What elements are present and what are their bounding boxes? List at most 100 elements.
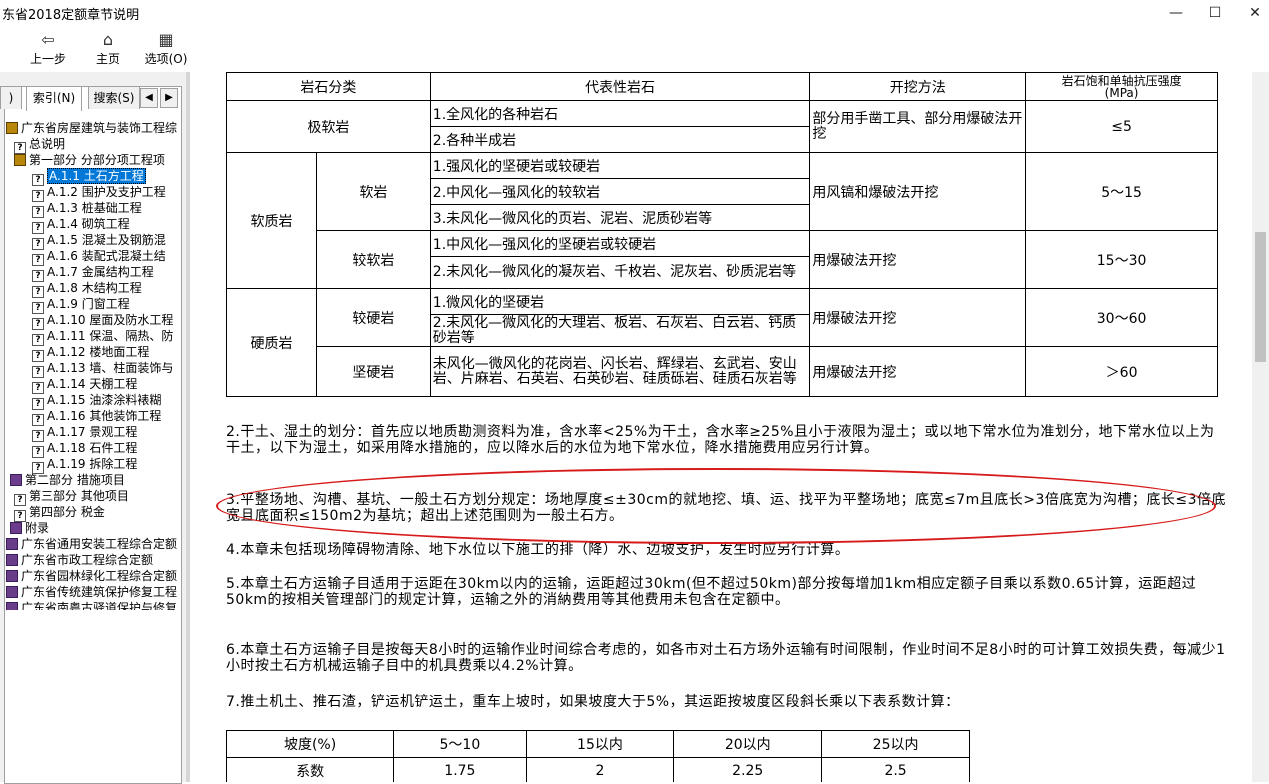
table-cell: 3.未风化—微风化的页岩、泥岩、泥质砂岩等 <box>429 204 811 231</box>
table-cell: 坡度(%) <box>225 730 395 758</box>
table-cell: 软质岩 <box>226 152 317 289</box>
toolbar: ⇦ 上一步 ⌂ 主页 ▦ 选项(O) <box>0 26 1269 73</box>
back-label: 上一步 <box>29 52 66 66</box>
tree-node-other[interactable]: 广东省南粤古驿道保护与修复 <box>6 600 177 610</box>
tree-item[interactable]: ? A.1.2 围护及支护工程 <box>32 184 166 202</box>
table-cell: 1.强风化的坚硬岩或较硬岩 <box>429 152 811 179</box>
tree-node-overview[interactable]: ? 总说明 <box>14 136 65 154</box>
paragraph-2: 2.干土、湿土的划分：首先应以地质勘测资料为准，含水率<25%为干土，含水率≥2… <box>226 424 1215 456</box>
tab-scroll-left-icon[interactable]: ◀ <box>140 88 158 108</box>
home-icon: ⌂ <box>102 30 114 49</box>
tree-item[interactable]: ? A.1.18 石件工程 <box>32 440 137 458</box>
options-label: 选项(O) <box>144 52 188 66</box>
tree-item[interactable]: ? A.1.5 混凝土及钢筋混 <box>32 232 166 250</box>
table-cell: 2.未风化—微风化的凝灰岩、千枚岩、泥灰岩、砂质泥岩等 <box>429 256 811 289</box>
header-cell: 代表性岩石 <box>429 72 811 101</box>
home-button[interactable]: ⌂ 主页 <box>80 30 136 67</box>
slope-coefficient-table: 坡度(%) 5～10 15以内 20以内 25以内 系数 1.75 2 2.25… <box>225 730 970 782</box>
tree-item[interactable]: ? A.1.15 油漆涂料裱糊 <box>32 392 161 410</box>
red-annotation-ellipse <box>216 468 1216 544</box>
tree-node-other[interactable]: 广东省传统建筑保护修复工程 <box>6 584 177 600</box>
table-cell: 2.5 <box>821 757 970 782</box>
tab-contents[interactable]: ) <box>0 86 22 109</box>
options-icon: ▦ <box>158 30 174 49</box>
tree-item[interactable]: ? A.1.16 其他装饰工程 <box>32 408 161 426</box>
vertical-scrollbar[interactable] <box>1252 72 1269 782</box>
table-cell: 25以内 <box>821 730 970 758</box>
header-cell: 开挖方法 <box>809 72 1027 101</box>
table-cell: 15以内 <box>525 730 675 758</box>
tree-item-selected[interactable]: ? A.1.1 土石方工程 <box>32 168 146 186</box>
tree-item[interactable]: ? A.1.19 拆除工程 <box>32 456 137 474</box>
tree-item[interactable]: ? A.1.7 金属结构工程 <box>32 264 154 282</box>
tree-item[interactable]: ? A.1.12 楼地面工程 <box>32 344 149 362</box>
table-cell: 未风化—微风化的花岗岩、闪长岩、辉绿岩、玄武岩、安山岩、片麻岩、石英岩、石英砂岩… <box>429 346 811 397</box>
home-label: 主页 <box>95 52 120 66</box>
tree-node-part3[interactable]: ? 第三部分 其他项目 <box>14 488 129 506</box>
back-button[interactable]: ⇦ 上一步 <box>20 30 76 67</box>
paragraph-5: 5.本章土石方运输子目适用于运距在30km以内的运输，运距超过30km(但不超过… <box>226 576 1197 608</box>
open-book-icon <box>14 154 26 166</box>
table-cell: 2.各种半成岩 <box>429 126 811 153</box>
book-icon <box>10 522 22 534</box>
table-cell: 2.25 <box>673 757 823 782</box>
paragraph-6: 6.本章土石方运输子目是按每天8小时的运输作业时间综合考虑的，如各市对土石方场外… <box>226 642 1226 674</box>
tree-item[interactable]: ? A.1.6 装配式混凝土结 <box>32 248 166 266</box>
table-cell: ≤5 <box>1025 100 1218 153</box>
content-pane: 岩石分类 代表性岩石 开挖方法 岩石饱和单轴抗压强度 (MPa) 极软岩 1.全风… <box>190 72 1269 782</box>
tree-node-other[interactable]: 广东省市政工程综合定额 <box>6 552 153 568</box>
paragraph-4: 4.本章未包括现场障碍物清除、地下水位以下施工的排（降）水、边坡支护，发生时应另… <box>226 542 850 558</box>
tree-item[interactable]: ? A.1.13 墙、柱面装饰与 <box>32 360 173 378</box>
tree-node-part2[interactable]: 第二部分 措施项目 <box>10 472 125 488</box>
header-cell: 岩石分类 <box>226 72 431 101</box>
table-cell: 5～15 <box>1025 152 1218 231</box>
table-cell: 1.75 <box>393 757 527 782</box>
tree-item[interactable]: ? A.1.4 砌筑工程 <box>32 216 130 234</box>
table-cell: 20以内 <box>673 730 823 758</box>
tab-index[interactable]: 索引(N) <box>26 86 82 111</box>
tree-item[interactable]: ? A.1.14 天棚工程 <box>32 376 137 394</box>
book-icon <box>6 586 18 598</box>
rock-classification-table: 岩石分类 代表性岩石 开挖方法 岩石饱和单轴抗压强度 (MPa) 极软岩 1.全风… <box>226 72 1218 397</box>
tree-node-appendix[interactable]: 附录 <box>10 520 49 536</box>
table-cell: 极软岩 <box>226 100 431 153</box>
table-cell: 用爆破法开挖 <box>809 346 1027 397</box>
table-cell: 30～60 <box>1025 288 1218 347</box>
close-button[interactable]: ✕ <box>1232 0 1269 26</box>
tree-item[interactable]: ? A.1.11 保温、隔热、防 <box>32 328 173 346</box>
tab-search[interactable]: 搜索(S) <box>88 86 140 109</box>
table-cell: 硬质岩 <box>226 288 317 397</box>
tree-node-other[interactable]: 广东省园林绿化工程综合定额 <box>6 568 177 584</box>
scrollbar-thumb[interactable] <box>1255 232 1266 362</box>
tree-item[interactable]: ? A.1.8 木结构工程 <box>32 280 142 298</box>
window-title: 东省2018定额章节说明 <box>2 8 140 23</box>
tree-node-part4[interactable]: ? 第四部分 税金 <box>14 504 105 522</box>
book-icon <box>6 602 18 610</box>
navigation-tabs: ) 索引(N) 搜索(S) ◀ ▶ <box>0 86 186 111</box>
table-cell: 用风镐和爆破法开挖 <box>809 152 1027 231</box>
book-icon <box>6 538 18 550</box>
table-cell: 用爆破法开挖 <box>809 230 1027 289</box>
table-cell: 部分用手凿工具、部分用爆破法开挖 <box>809 100 1027 153</box>
tree-node-root[interactable]: 广东省房屋建筑与装饰工程综 <box>6 120 177 136</box>
tree-node-other[interactable]: 广东省通用安装工程综合定额 <box>6 536 177 552</box>
book-icon <box>6 554 18 566</box>
tree-item[interactable]: ? A.1.17 景观工程 <box>32 424 137 442</box>
book-icon <box>10 474 22 486</box>
tree-node-part1[interactable]: 第一部分 分部分项工程项 <box>14 152 165 168</box>
table-cell: ＞60 <box>1025 346 1218 397</box>
header-cell: 岩石饱和单轴抗压强度 (MPa) <box>1025 72 1218 101</box>
title-bar: 东省2018定额章节说明 — ☐ ✕ <box>0 0 1269 26</box>
tab-scroll-right-icon[interactable]: ▶ <box>160 88 178 108</box>
table-cell: 用爆破法开挖 <box>809 288 1027 347</box>
contents-tree: 广东省房屋建筑与装饰工程综 ? 总说明 第一部分 分部分项工程项 ? A.1.1 土… <box>6 120 178 610</box>
table-cell: 2.未风化—微风化的大理岩、板岩、石灰岩、白云岩、钙质砂岩等 <box>429 314 811 347</box>
tree-item[interactable]: ? A.1.10 屋面及防水工程 <box>32 312 173 330</box>
options-button[interactable]: ▦ 选项(O) <box>138 30 194 67</box>
tree-item[interactable]: ? A.1.3 桩基础工程 <box>32 200 142 218</box>
paragraph-7: 7.推土机土、推石渣，铲运机铲运土，重车上坡时，如果坡度大于5%，其运距按坡度区… <box>226 694 960 710</box>
table-cell: 系数 <box>225 757 395 782</box>
table-cell: 较硬岩 <box>315 288 431 347</box>
tree-item[interactable]: ? A.1.9 门窗工程 <box>32 296 130 314</box>
back-arrow-icon: ⇦ <box>41 30 55 49</box>
